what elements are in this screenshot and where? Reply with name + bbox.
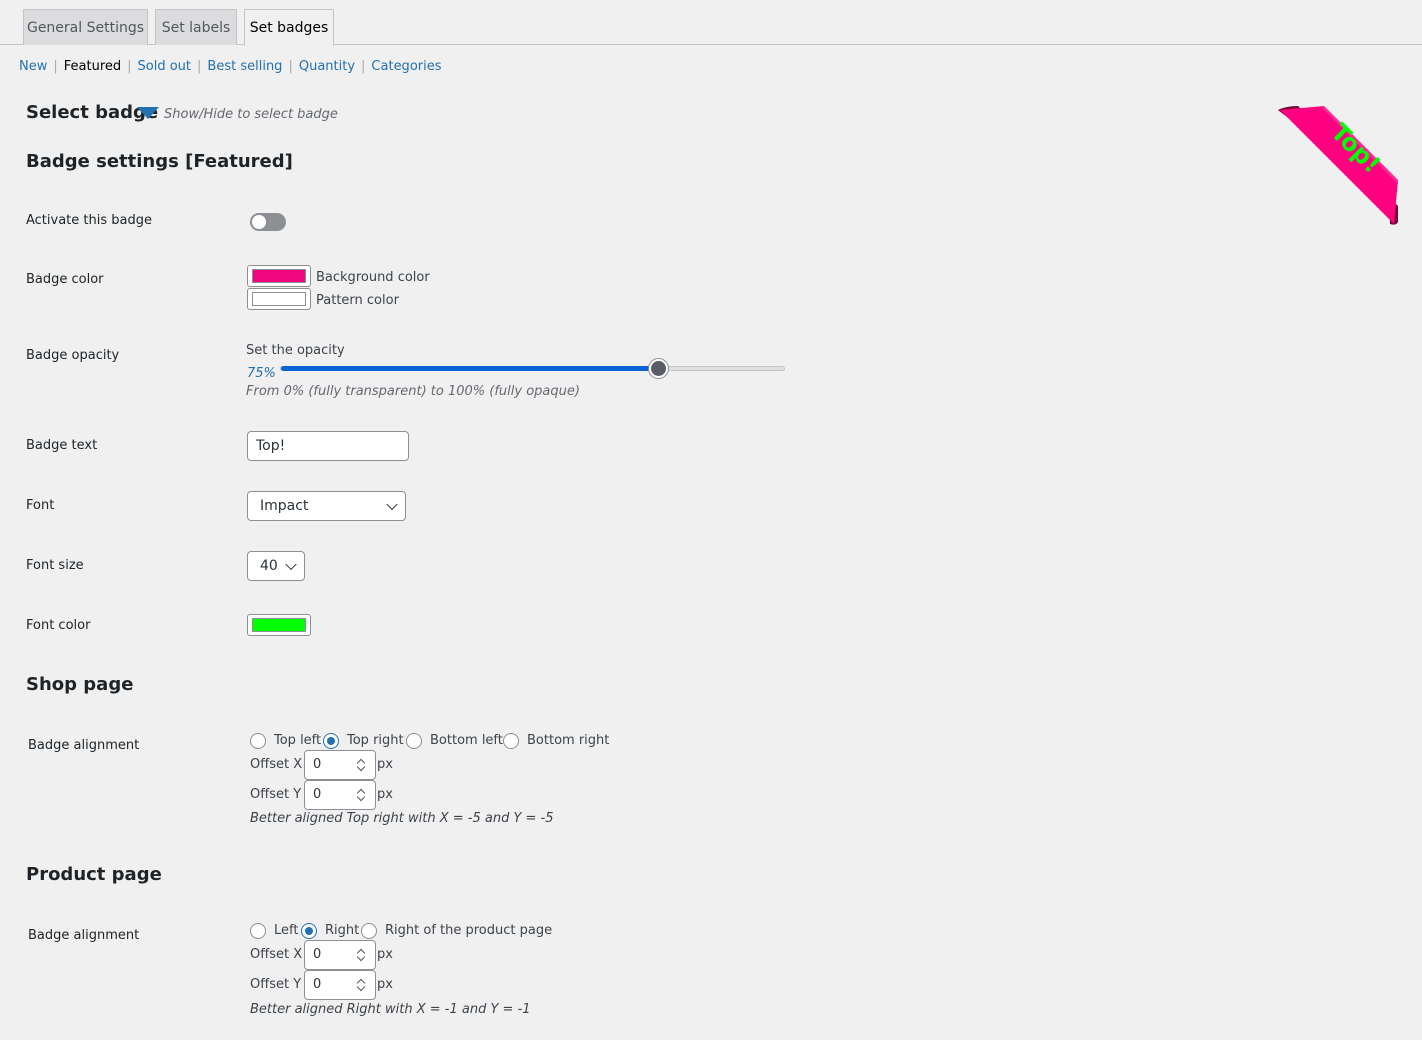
subnav-best-selling[interactable]: Best selling xyxy=(207,59,282,74)
background-color-picker[interactable] xyxy=(247,265,311,287)
font-color-swatch xyxy=(252,618,306,632)
shop-align-bottom-left-radio[interactable] xyxy=(406,733,422,749)
product-page-title: Product page xyxy=(26,864,162,885)
badge-settings-title: Badge settings [Featured] xyxy=(26,151,293,172)
shop-align-bottom-right-label[interactable]: Bottom right xyxy=(527,733,609,748)
opacity-caption: Set the opacity xyxy=(246,343,345,358)
shop-align-bottom-right-radio[interactable] xyxy=(503,733,519,749)
font-size-select-value: 40 xyxy=(260,558,278,574)
activate-badge-toggle[interactable] xyxy=(250,213,286,231)
spinner-arrows-icon[interactable] xyxy=(355,756,367,774)
shop-align-top-left-label[interactable]: Top left xyxy=(274,733,321,748)
shop-offset-y-label: Offset Y xyxy=(250,787,302,802)
product-badge-alignment-label: Badge alignment xyxy=(28,928,140,943)
shop-page-title: Shop page xyxy=(26,674,134,695)
activate-badge-label: Activate this badge xyxy=(26,213,152,228)
badge-text-input[interactable]: Top! xyxy=(247,431,409,461)
shop-offset-x-unit: px xyxy=(377,757,393,772)
product-offset-x-input[interactable]: 0 xyxy=(304,940,376,970)
pattern-color-swatch xyxy=(252,292,306,306)
product-offset-x-value: 0 xyxy=(313,947,322,962)
product-offset-y-input[interactable]: 0 xyxy=(304,970,376,1000)
product-align-right-of-page-label[interactable]: Right of the product page xyxy=(385,923,552,938)
badge-text-label: Badge text xyxy=(26,438,98,453)
pattern-color-label: Pattern color xyxy=(316,293,399,308)
shop-alignment-hint: Better aligned Top right with X = -5 and… xyxy=(250,811,554,826)
shop-offset-x-label: Offset X xyxy=(250,757,303,772)
shop-offset-x-value: 0 xyxy=(313,757,322,772)
tab-set-badges[interactable]: Set badges xyxy=(244,9,334,46)
badge-preview: Top! xyxy=(1278,106,1398,225)
product-offset-x-label: Offset X xyxy=(250,947,303,962)
pattern-color-picker[interactable] xyxy=(247,288,311,310)
font-size-label: Font size xyxy=(26,558,84,573)
font-color-picker[interactable] xyxy=(247,614,311,636)
opacity-description: From 0% (fully transparent) to 100% (ful… xyxy=(246,384,580,399)
product-align-right-radio[interactable] xyxy=(301,923,317,939)
spinner-arrows-icon[interactable] xyxy=(355,976,367,994)
shop-align-bottom-left-label[interactable]: Bottom left xyxy=(430,733,503,748)
spinner-arrows-icon[interactable] xyxy=(355,786,367,804)
shop-offset-y-input[interactable]: 0 xyxy=(304,780,376,810)
product-align-right-of-page-radio[interactable] xyxy=(361,923,377,939)
product-offset-y-value: 0 xyxy=(313,977,322,992)
font-select-value: Impact xyxy=(260,498,309,514)
tab-general-settings[interactable]: General Settings xyxy=(23,9,148,45)
font-size-select[interactable]: 40 xyxy=(247,551,305,581)
chevron-down-icon xyxy=(386,498,398,511)
product-alignment-hint: Better aligned Right with X = -1 and Y =… xyxy=(250,1002,531,1017)
badge-opacity-label: Badge opacity xyxy=(26,348,120,363)
subnav-sold-out[interactable]: Sold out xyxy=(138,59,192,74)
product-align-left-label[interactable]: Left xyxy=(274,923,298,938)
chevron-down-icon xyxy=(285,558,297,571)
opacity-value: 75% xyxy=(247,366,276,381)
product-offset-y-unit: px xyxy=(377,977,393,992)
subnav-quantity[interactable]: Quantity xyxy=(299,59,355,74)
shop-offset-x-input[interactable]: 0 xyxy=(304,750,376,780)
shop-align-top-left-radio[interactable] xyxy=(250,733,266,749)
select-badge-hint: Show/Hide to select badge xyxy=(164,107,338,122)
background-color-swatch xyxy=(252,269,306,283)
background-color-label: Background color xyxy=(316,270,430,285)
subnav-categories[interactable]: Categories xyxy=(371,59,441,74)
subnav-new[interactable]: New xyxy=(19,59,47,74)
product-offset-x-unit: px xyxy=(377,947,393,962)
font-label: Font xyxy=(26,498,55,513)
product-offset-y-label: Offset Y xyxy=(250,977,302,992)
badge-color-label: Badge color xyxy=(26,272,104,287)
badge-type-nav: New | Featured | Sold out | Best selling | Quant… xyxy=(19,59,442,74)
shop-offset-y-value: 0 xyxy=(313,787,322,802)
spinner-arrows-icon[interactable] xyxy=(355,946,367,964)
font-select[interactable]: Impact xyxy=(247,491,406,521)
caret-down-icon[interactable] xyxy=(137,107,159,120)
product-align-right-label[interactable]: Right xyxy=(325,923,359,938)
shop-offset-y-unit: px xyxy=(377,787,393,802)
toggle-knob xyxy=(252,215,266,229)
tab-set-labels[interactable]: Set labels xyxy=(155,9,237,45)
product-align-left-radio[interactable] xyxy=(250,923,266,939)
shop-badge-alignment-label: Badge alignment xyxy=(28,738,140,753)
tab-bar: General Settings Set labels Set badges xyxy=(0,0,1422,46)
shop-align-top-right-radio[interactable] xyxy=(323,733,339,749)
opacity-slider-thumb[interactable] xyxy=(649,359,668,378)
font-color-label: Font color xyxy=(26,618,91,633)
subnav-featured[interactable]: Featured xyxy=(64,59,121,74)
shop-align-top-right-label[interactable]: Top right xyxy=(347,733,404,748)
opacity-slider-track[interactable] xyxy=(280,366,785,371)
opacity-slider-fill xyxy=(281,366,660,371)
